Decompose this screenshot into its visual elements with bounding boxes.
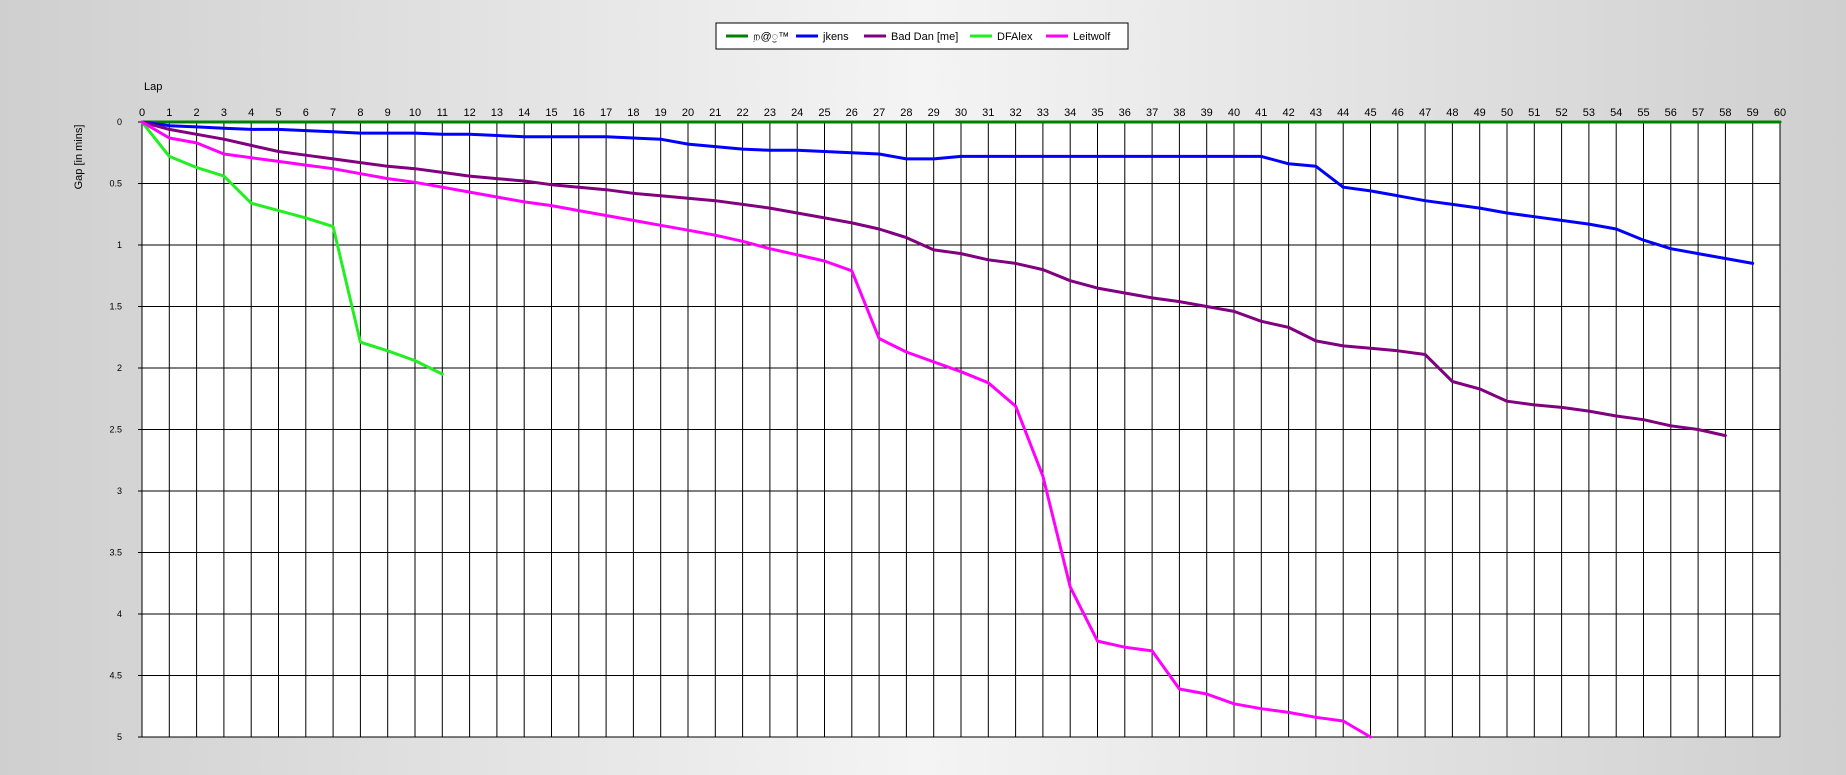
- x-tick-label: 57: [1692, 107, 1704, 119]
- x-tick-label: 20: [682, 107, 694, 119]
- legend-label: DFAlex: [997, 31, 1033, 43]
- x-tick-label: 11: [437, 107, 448, 119]
- x-tick-label: 44: [1337, 107, 1349, 119]
- x-tick-label: 34: [1064, 107, 1076, 119]
- x-tick-label: 37: [1146, 107, 1158, 119]
- x-axis-title: Lap: [144, 81, 162, 93]
- x-tick-label: 41: [1255, 107, 1267, 119]
- x-tick-label: 60: [1774, 107, 1786, 119]
- x-tick-label: 55: [1637, 107, 1649, 119]
- x-tick-label: 27: [873, 107, 885, 119]
- x-tick-label: 0: [139, 107, 145, 119]
- x-tick-label: 30: [955, 107, 967, 119]
- x-tick-label: 36: [1119, 107, 1131, 119]
- x-tick-label: 21: [709, 107, 721, 119]
- x-tick-labels: 0 1 2 3 4 5 6 7 8 9 10 11 12 13 14 15 16 17 18 19 20 21 22 23 24…: [139, 107, 1786, 119]
- race-gap-chart: ற@ॖ™ jkens Bad Dan [me] DFAlex Leitwolf 0123…: [0, 0, 1846, 770]
- x-tick-label: 15: [545, 107, 557, 119]
- y-tick-labels: 0 0.5 1 1.5 2 2.5 3 3.5 4 4.5 5: [109, 117, 122, 742]
- x-tick-label: 35: [1091, 107, 1103, 119]
- x-tick-label: 45: [1364, 107, 1376, 119]
- y-tick-label: 1.5: [109, 302, 122, 312]
- legend-label: Leitwolf: [1073, 31, 1111, 43]
- x-tick-label: 58: [1719, 107, 1731, 119]
- x-tick-label: 46: [1392, 107, 1404, 119]
- legend-label: Bad Dan [me]: [891, 31, 958, 43]
- x-tick-label: 2: [194, 107, 200, 119]
- x-tick-label: 25: [818, 107, 830, 119]
- x-tick-label: 51: [1528, 107, 1540, 119]
- x-tick-label: 59: [1747, 107, 1759, 119]
- x-tick-label: 47: [1419, 107, 1431, 119]
- x-tick-label: 33: [1037, 107, 1049, 119]
- x-tick-label: 53: [1583, 107, 1595, 119]
- x-tick-label: 38: [1173, 107, 1185, 119]
- y-tick-label: 2.5: [109, 425, 122, 435]
- x-tick-label: 31: [982, 107, 994, 119]
- y-tick-label: 5: [117, 732, 122, 742]
- y-tick-label: 4: [117, 609, 122, 619]
- y-tick-label: 0.5: [109, 179, 122, 189]
- x-tick-label: 50: [1501, 107, 1513, 119]
- x-tick-label: 43: [1310, 107, 1322, 119]
- x-tick-label: 54: [1610, 107, 1622, 119]
- x-tick-label: 28: [900, 107, 912, 119]
- y-tick-label: 2: [117, 363, 122, 373]
- x-tick-label: 12: [463, 107, 475, 119]
- x-tick-label: 52: [1555, 107, 1567, 119]
- x-tick-label: 29: [928, 107, 940, 119]
- y-tick-label: 1: [117, 240, 122, 250]
- x-tick-label: 24: [791, 107, 803, 119]
- x-tick-label: 3: [221, 107, 227, 119]
- x-tick-label: 14: [518, 107, 530, 119]
- x-tick-label: 9: [385, 107, 391, 119]
- chart-canvas: ற@ॖ™ jkens Bad Dan [me] DFAlex Leitwolf 0123…: [73, 22, 1786, 742]
- x-tick-label: 10: [409, 107, 421, 119]
- y-tick-label: 3: [117, 486, 122, 496]
- y-tick-label: 3.5: [109, 548, 122, 558]
- x-tick-label: 8: [357, 107, 363, 119]
- x-tick-label: 48: [1446, 107, 1458, 119]
- x-tick-label: 39: [1201, 107, 1213, 119]
- x-tick-label: 13: [491, 107, 503, 119]
- x-tick-label: 42: [1282, 107, 1294, 119]
- x-tick-label: 18: [627, 107, 639, 119]
- x-tick-label: 17: [600, 107, 612, 119]
- legend: ற@ॖ™ jkens Bad Dan [me] DFAlex Leitwolf: [715, 22, 1129, 50]
- y-tick-label: 0: [117, 117, 122, 127]
- x-tick-label: 4: [248, 107, 254, 119]
- x-tick-label: 19: [655, 107, 667, 119]
- x-tick-label: 5: [275, 107, 281, 119]
- legend-label: ற@ॖ™: [753, 31, 789, 43]
- x-tick-label: 40: [1228, 107, 1240, 119]
- x-tick-label: 16: [573, 107, 585, 119]
- x-tick-label: 56: [1665, 107, 1677, 119]
- x-tick-label: 26: [846, 107, 858, 119]
- y-axis-title: Gap [in mins]: [73, 125, 85, 190]
- x-tick-label: 6: [303, 107, 309, 119]
- x-tick-label: 49: [1474, 107, 1486, 119]
- x-tick-label: 7: [330, 107, 336, 119]
- legend-label: jkens: [822, 31, 849, 43]
- x-tick-label: 32: [1009, 107, 1021, 119]
- y-tick-label: 4.5: [109, 671, 122, 681]
- x-tick-label: 1: [166, 107, 172, 119]
- x-tick-label: 23: [764, 107, 776, 119]
- x-tick-label: 22: [736, 107, 748, 119]
